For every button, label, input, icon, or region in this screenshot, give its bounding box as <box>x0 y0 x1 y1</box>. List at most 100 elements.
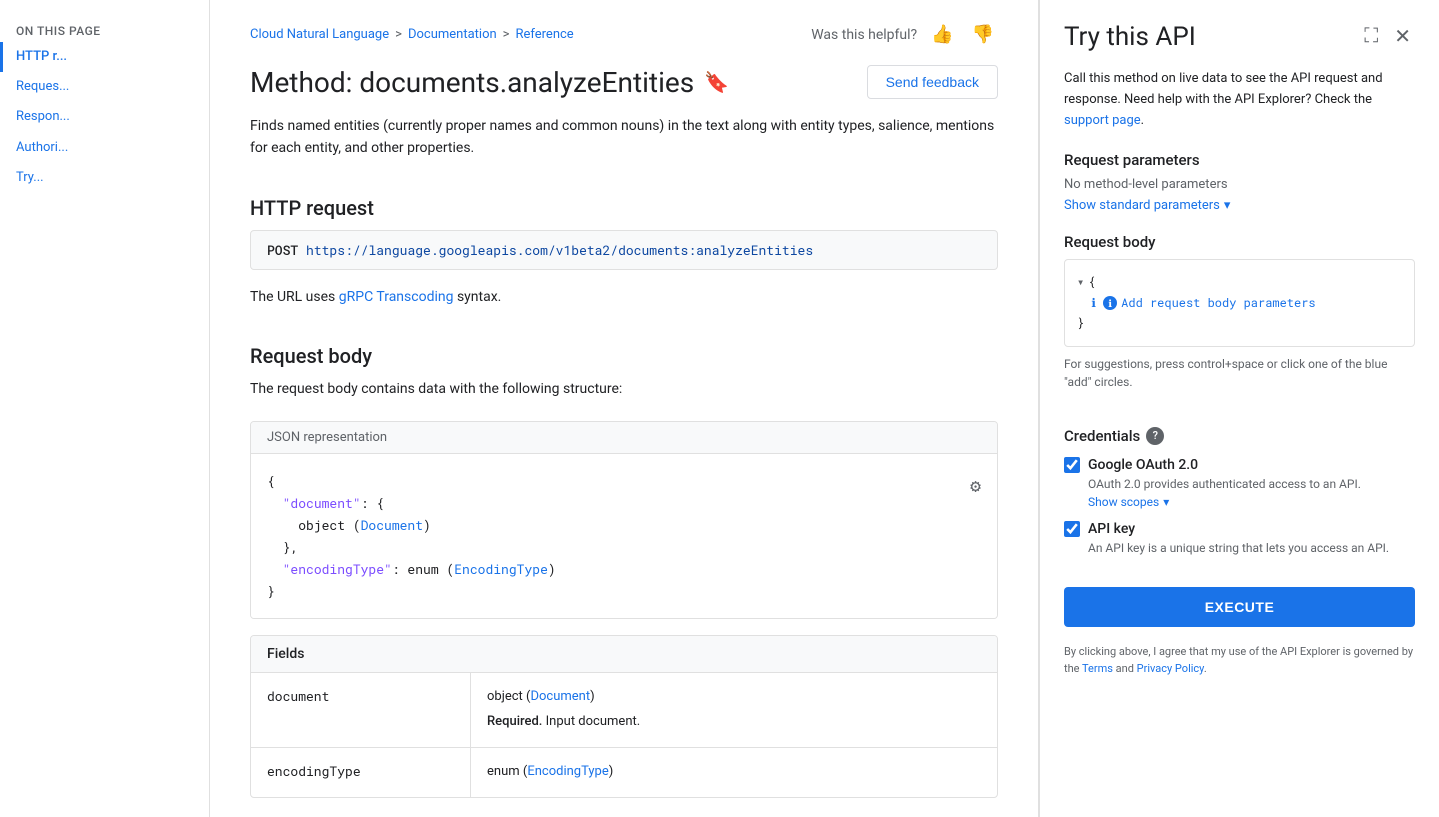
credential-apikey-row: API key <box>1064 521 1415 537</box>
add-request-body-link[interactable]: Add request body parameters <box>1103 295 1315 311</box>
json-line-4: }, <box>267 536 981 558</box>
json-line-2: "document": { <box>267 492 981 514</box>
page-header: Method: documents.analyzeEntities 🔖 Send… <box>210 57 1038 115</box>
breadcrumb: Cloud Natural Language > Documentation >… <box>250 27 574 42</box>
fields-table: Fields document object (Document) Requir… <box>250 635 998 797</box>
oauth2-desc: OAuth 2.0 provides authenticated access … <box>1088 477 1415 491</box>
json-repr-header: JSON representation <box>251 422 997 454</box>
panel-title: Try this API <box>1064 22 1196 52</box>
execute-button[interactable]: EXECUTE <box>1064 587 1415 627</box>
otp-item-response[interactable]: Respon... <box>0 102 209 132</box>
helpful-section: Was this helpful? 👍 👎 <box>811 20 998 49</box>
field-name-encodingtype: encodingType <box>251 748 471 797</box>
otp-item-try[interactable]: Try... <box>0 163 209 193</box>
http-url: https://language.googleapis.com/v1beta2/… <box>306 241 813 259</box>
apikey-label: API key <box>1088 521 1135 537</box>
main-content: Cloud Natural Language > Documentation >… <box>210 0 1039 817</box>
breadcrumb-documentation[interactable]: Documentation <box>408 27 497 42</box>
collapse-button[interactable]: ▾ <box>1077 274 1084 290</box>
credential-oauth2: Google OAuth 2.0 OAuth 2.0 provides auth… <box>1064 457 1415 509</box>
request-body-desc: The request body contains data with the … <box>210 378 1038 420</box>
add-param-icon[interactable]: ℹ <box>1091 295 1096 311</box>
breadcrumb-reference[interactable]: Reference <box>515 27 573 42</box>
thumbs-up-button[interactable]: 👍 <box>927 20 957 49</box>
close-button[interactable]: ✕ <box>1390 20 1415 53</box>
fields-header: Fields <box>251 636 997 673</box>
url-desc-suffix: syntax. <box>453 289 501 305</box>
panel-header: Try this API ⛶ ✕ <box>1064 20 1415 53</box>
url-description: The URL uses gRPC Transcoding syntax. <box>210 286 1038 328</box>
credentials-title: Credentials ? <box>1064 427 1415 445</box>
show-scopes-label: Show scopes <box>1088 495 1159 509</box>
credential-oauth2-row: Google OAuth 2.0 <box>1064 457 1415 473</box>
otp-item-auth[interactable]: Authori... <box>0 133 209 163</box>
url-desc-prefix: The URL uses <box>250 289 339 305</box>
oauth2-checkbox[interactable] <box>1064 457 1080 473</box>
json-line-3: object (Document) <box>267 514 981 536</box>
oauth2-label: Google OAuth 2.0 <box>1088 457 1198 473</box>
breadcrumb-cloud-natural-language[interactable]: Cloud Natural Language <box>250 27 389 42</box>
page-description: Finds named entities (currently proper n… <box>210 115 1038 180</box>
scopes-chevron-icon: ▾ <box>1163 495 1169 509</box>
terms-suffix: . <box>1204 662 1207 675</box>
credentials-section: Credentials ? Google OAuth 2.0 OAuth 2.0… <box>1064 427 1415 567</box>
show-standard-params-link[interactable]: Show standard parameters ▾ <box>1064 198 1415 213</box>
apikey-desc: An API key is a unique string that lets … <box>1088 541 1415 555</box>
terms-and: and <box>1113 662 1137 675</box>
privacy-policy-link[interactable]: Privacy Policy <box>1137 662 1204 675</box>
http-request-box: POST https://language.googleapis.com/v1b… <box>250 230 998 270</box>
chevron-down-icon: ▾ <box>1224 198 1231 213</box>
credential-apikey: API key An API key is a unique string th… <box>1064 521 1415 555</box>
encoding-type-link[interactable]: EncodingType <box>454 560 548 578</box>
code-open-brace: { <box>1088 274 1095 290</box>
on-this-page-panel: On this page HTTP r... Reques... Respon.… <box>0 0 210 817</box>
credentials-label: Credentials <box>1064 427 1140 445</box>
document-type-link[interactable]: Document <box>361 516 423 534</box>
thumbs-down-button[interactable]: 👎 <box>968 20 998 49</box>
grpc-transcoding-link[interactable]: gRPC Transcoding <box>339 289 454 305</box>
right-panel: Try this API ⛶ ✕ Call this method on liv… <box>1039 0 1439 817</box>
page-title-wrap: Method: documents.analyzeEntities 🔖 <box>250 66 729 99</box>
json-line-1: { <box>267 470 981 492</box>
suggestion-text: For suggestions, press control+space or … <box>1064 355 1415 391</box>
expand-button[interactable]: ⛶ <box>1360 21 1382 52</box>
json-repr-box: JSON representation ⚙ { "document": { ob… <box>250 421 998 620</box>
terms-link[interactable]: Terms <box>1082 662 1113 675</box>
bookmark-icon[interactable]: 🔖 <box>704 70 729 94</box>
otp-item-http[interactable]: HTTP r... <box>0 42 209 72</box>
panel-actions: ⛶ ✕ <box>1360 20 1415 53</box>
on-this-page-label: On this page <box>0 16 209 42</box>
panel-desc-suffix: . <box>1141 113 1144 128</box>
code-close-brace: } <box>1077 315 1084 331</box>
http-method: POST <box>267 241 298 259</box>
request-body-panel-title: Request body <box>1064 233 1415 251</box>
breadcrumb-sep-1: > <box>395 27 402 42</box>
no-params-text: No method-level parameters <box>1064 177 1415 192</box>
otp-item-request[interactable]: Reques... <box>0 72 209 102</box>
credentials-help-icon[interactable]: ? <box>1146 427 1164 445</box>
field-desc-encodingtype: enum (EncodingType) <box>471 748 629 797</box>
json-line-5: "encodingType": enum (EncodingType) <box>267 558 981 580</box>
gear-icon[interactable]: ⚙ <box>970 470 981 501</box>
breadcrumb-sep-2: > <box>503 27 510 42</box>
document-link[interactable]: Document <box>530 689 590 704</box>
json-repr-body: ⚙ { "document": { object (Document) }, "… <box>251 454 997 619</box>
support-page-link[interactable]: support page <box>1064 113 1141 128</box>
show-standard-params-label: Show standard parameters <box>1064 198 1220 213</box>
request-params-section: Request parameters No method-level param… <box>1064 151 1415 233</box>
field-name-document: document <box>251 673 471 747</box>
json-line-6: } <box>267 580 981 602</box>
terms-text: By clicking above, I agree that my use o… <box>1064 643 1415 678</box>
table-row: document object (Document) Required. Inp… <box>251 673 997 748</box>
send-feedback-button[interactable]: Send feedback <box>867 65 998 99</box>
show-scopes-link[interactable]: Show scopes ▾ <box>1088 495 1415 509</box>
request-body-panel-section: Request body ▾{ ℹ Add request body param… <box>1064 233 1415 410</box>
request-body-code: ▾{ ℹ Add request body parameters } <box>1064 259 1415 346</box>
required-label: Required. <box>487 714 542 729</box>
apikey-checkbox[interactable] <box>1064 521 1080 537</box>
field-desc-document: object (Document) Required. Input docume… <box>471 673 656 747</box>
request-body-heading: Request body <box>210 328 1038 378</box>
panel-description: Call this method on live data to see the… <box>1064 69 1415 131</box>
encodingtype-link[interactable]: EncodingType <box>527 764 608 779</box>
panel-desc-text: Call this method on live data to see the… <box>1064 71 1383 107</box>
